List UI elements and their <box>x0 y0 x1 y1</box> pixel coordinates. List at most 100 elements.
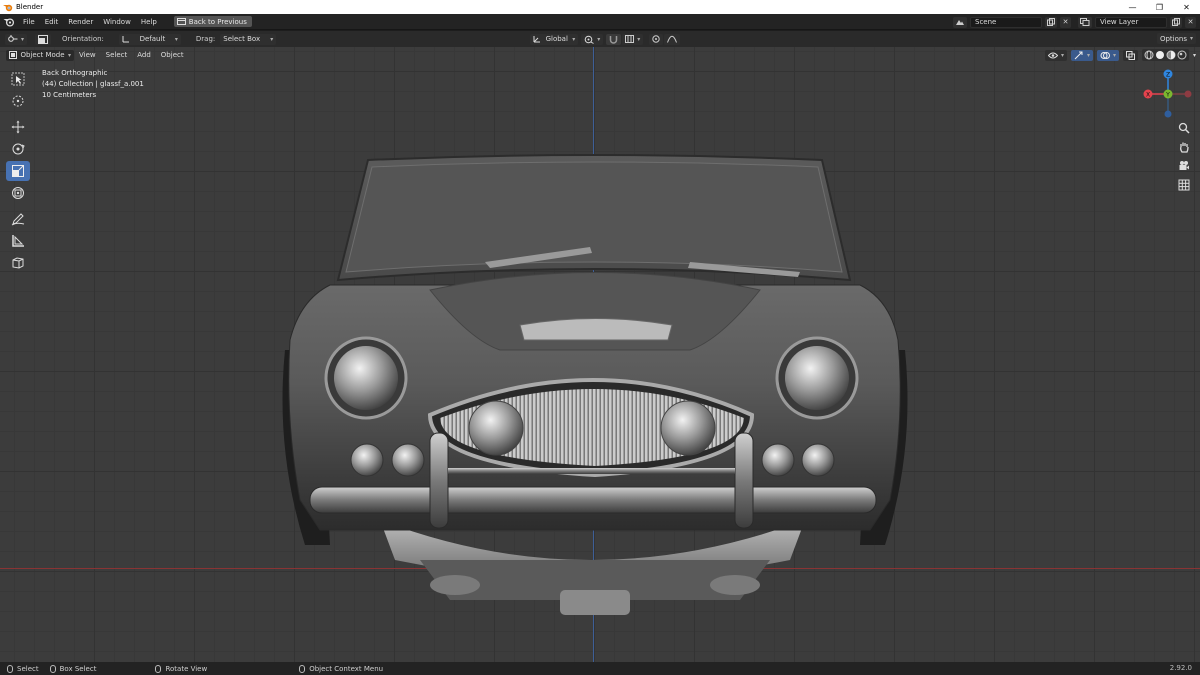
transform-orientation-dropdown[interactable]: Global ▾ <box>530 33 579 45</box>
proportional-editing-toggle[interactable] <box>649 33 664 45</box>
editor-type-dropdown[interactable]: ▾ <box>5 33 28 45</box>
snap-target-dropdown[interactable]: ▾ <box>622 33 644 45</box>
rotate-tool[interactable] <box>6 139 30 159</box>
rendered-shading-icon[interactable] <box>1177 50 1187 60</box>
interaction-mode-dropdown[interactable]: Object Mode ▾ <box>6 49 74 61</box>
chevron-down-icon: ▾ <box>1189 35 1193 42</box>
shading-mode-group <box>1141 49 1189 61</box>
grid-icon <box>1178 179 1190 191</box>
options-dropdown[interactable]: Options ▾ <box>1156 33 1196 44</box>
wireframe-shading-icon[interactable] <box>1144 50 1154 60</box>
move-tool[interactable] <box>6 117 30 137</box>
xray-toggle[interactable] <box>1122 49 1138 61</box>
window-controls: — ❐ ✕ <box>1119 0 1200 14</box>
close-button[interactable]: ✕ <box>1173 0 1200 14</box>
orientation-icon <box>122 36 129 43</box>
shading-options-chevron-icon[interactable]: ▾ <box>1193 52 1196 59</box>
menu-file[interactable]: File <box>18 14 40 30</box>
status-context-menu: Object Context Menu <box>299 664 384 673</box>
annotate-tool[interactable] <box>6 209 30 229</box>
delete-scene-icon[interactable]: ✕ <box>1060 16 1071 28</box>
chevron-down-icon: ▾ <box>1086 51 1090 59</box>
viewport-menu-select[interactable]: Select <box>101 51 133 59</box>
transform-tool[interactable] <box>6 183 30 203</box>
interaction-mode-value: Object Mode <box>20 51 65 59</box>
scene-field[interactable]: Scene <box>970 16 1042 28</box>
gizmo-x-label: X <box>1146 92 1150 99</box>
add-cube-tool[interactable] <box>6 253 30 273</box>
magnet-icon <box>610 35 618 44</box>
gizmo-z-label: Z <box>1166 72 1170 79</box>
object-mode-icon <box>9 51 17 59</box>
tool-shelf <box>6 69 30 275</box>
3d-cursor-icon <box>12 95 24 107</box>
duplicate-view-layer-icon[interactable] <box>1170 16 1182 28</box>
view-layer-field[interactable]: View Layer <box>1095 16 1167 28</box>
viewport-menu-add[interactable]: Add <box>132 51 156 59</box>
view-object-types-dropdown[interactable]: ▾ <box>1044 49 1067 61</box>
menu-window[interactable]: Window <box>98 14 136 30</box>
gizmo-neg-z-axis[interactable] <box>1164 110 1172 118</box>
eye-icon <box>1047 52 1058 58</box>
menu-render[interactable]: Render <box>63 14 98 30</box>
drag-label: Drag: <box>195 35 216 43</box>
camera-view-button[interactable] <box>1175 158 1193 174</box>
orientation-label: Orientation: <box>62 35 104 43</box>
back-to-previous-label: Back to Previous <box>188 17 247 26</box>
back-to-previous-button[interactable]: Back to Previous <box>173 16 252 27</box>
menu-help[interactable]: Help <box>136 14 162 30</box>
navigation-gizmo[interactable]: Z X Y <box>1138 66 1196 124</box>
status-box-select: Box Select <box>49 664 96 673</box>
3d-viewport[interactable] <box>0 47 1200 662</box>
chevron-down-icon: ▾ <box>270 35 274 43</box>
status-select-label: Select <box>17 664 39 673</box>
viewport-menu-object[interactable]: Object <box>156 51 189 59</box>
car-model[interactable] <box>0 47 1200 662</box>
overlays-toggle[interactable]: ▾ <box>1096 49 1119 61</box>
material-shading-icon[interactable] <box>1166 50 1176 60</box>
chevron-down-icon: ▾ <box>637 35 641 43</box>
status-context-menu-label: Object Context Menu <box>309 664 384 673</box>
minimize-button[interactable]: — <box>1119 0 1146 14</box>
chevron-down-icon: ▾ <box>572 35 576 43</box>
viewport-info-overlay: Back Orthographic (44) Collection | glas… <box>42 68 144 101</box>
snap-toggle[interactable] <box>606 33 622 45</box>
camera-icon <box>1179 161 1189 170</box>
scene-layer-selectors: Scene ✕ View Layer ✕ <box>953 14 1200 30</box>
maximize-button[interactable]: ❐ <box>1146 0 1173 14</box>
blender-menu-icon[interactable] <box>0 14 18 30</box>
proportional-falloff-dropdown[interactable] <box>664 33 681 45</box>
viewport-menu-view[interactable]: View <box>74 51 101 59</box>
gizmo-toggle[interactable]: ▾ <box>1070 49 1093 61</box>
version-text: 2.92.0 <box>1169 664 1192 672</box>
view-name-text: Back Orthographic <box>42 69 108 77</box>
measure-tool[interactable] <box>6 231 30 251</box>
view-layer-icon[interactable] <box>1078 16 1092 28</box>
delete-view-layer-icon[interactable]: ✕ <box>1185 16 1196 28</box>
menu-edit[interactable]: Edit <box>40 14 64 30</box>
chevron-down-icon: ▾ <box>67 51 71 59</box>
transform-icon <box>12 187 24 199</box>
active-collection-text: (44) Collection | glassf_a.001 <box>42 80 144 88</box>
select-box-tool[interactable] <box>6 69 30 89</box>
duplicate-scene-icon[interactable] <box>1045 16 1057 28</box>
pencil-icon <box>11 213 25 226</box>
pivot-point-dropdown[interactable]: ▾ <box>581 33 604 45</box>
zoom-view-button[interactable] <box>1175 120 1193 136</box>
pivot-point-icon <box>584 35 595 44</box>
solid-shading-icon[interactable] <box>1155 50 1165 60</box>
orientation-dropdown[interactable]: Default ▾ <box>118 33 181 45</box>
scene-icon[interactable] <box>953 16 967 28</box>
scale-tool[interactable] <box>6 161 30 181</box>
right-mouse-icon <box>299 664 306 673</box>
active-tool-icon[interactable] <box>35 33 52 45</box>
drag-dropdown[interactable]: Select Box ▾ <box>220 33 277 45</box>
orientation-value: Default <box>139 35 166 43</box>
cursor-tool[interactable] <box>6 91 30 111</box>
top-menu-bar: File Edit Render Window Help Back to Pre… <box>0 14 1200 30</box>
move-arrows-icon <box>11 120 25 134</box>
drag-value: Select Box <box>223 35 261 43</box>
toggle-projection-button[interactable] <box>1175 177 1193 193</box>
gizmo-neg-x-axis[interactable] <box>1184 90 1192 98</box>
pan-view-button[interactable] <box>1175 139 1193 155</box>
